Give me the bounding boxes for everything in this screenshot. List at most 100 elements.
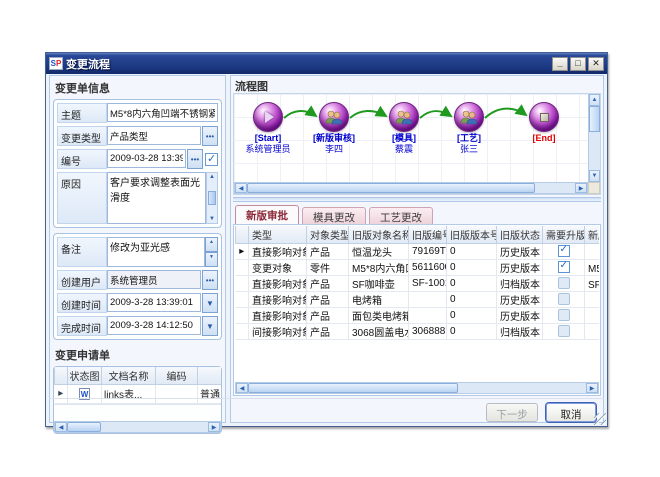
scroll-thumb[interactable]: [589, 106, 600, 132]
cell-old-name: M5*8内六角凹...: [349, 259, 409, 275]
request-column-header[interactable]: 文档名称: [102, 367, 156, 384]
scroll-left-icon[interactable]: ◀: [55, 422, 67, 432]
number-picker-button[interactable]: •••: [187, 149, 203, 169]
scroll-left-icon[interactable]: ◀: [236, 383, 248, 393]
impact-grid-row[interactable]: 直接影响对象产品电烤箱0历史版本: [236, 291, 600, 307]
grid-column-header[interactable]: 旧版版本号: [447, 226, 497, 243]
titlebar[interactable]: SP 变更流程 _ □ ✕: [46, 53, 607, 74]
create-user-input[interactable]: [107, 270, 201, 289]
flow-node-ball[interactable]: [253, 102, 283, 132]
grid-column-header[interactable]: 旧版对象名称: [349, 226, 409, 243]
impact-grid-hscrollbar[interactable]: ◀ ▶: [235, 382, 599, 394]
finish-time-dropdown-button[interactable]: ▼: [202, 316, 218, 336]
request-column-header[interactable]: 编码: [156, 367, 198, 384]
request-column-header[interactable]: [198, 367, 222, 384]
maximize-button[interactable]: □: [570, 57, 586, 71]
flow-node-ball[interactable]: [454, 102, 484, 132]
cancel-button[interactable]: 取消: [546, 403, 596, 422]
grid-column-header[interactable]: 需要升版: [543, 226, 585, 243]
flow-chart-vscrollbar[interactable]: ▲ ▼: [588, 94, 600, 182]
cell-old-version: 0: [447, 291, 497, 307]
remark-textarea[interactable]: 修改为亚光感: [107, 237, 205, 267]
reason-scrollbar[interactable]: ▲▼: [206, 172, 218, 224]
row-selector-cell: [236, 275, 249, 291]
spin-up-icon[interactable]: ▲: [205, 237, 218, 252]
close-button[interactable]: ✕: [588, 57, 604, 71]
flow-chart-hscrollbar[interactable]: ◀ ▶: [234, 182, 588, 194]
scroll-thumb[interactable]: [67, 422, 101, 432]
impact-grid-row[interactable]: 直接影响对象产品面包类电烤箱0历史版本: [236, 307, 600, 323]
request-column-header[interactable]: 状态图: [68, 367, 102, 384]
impact-grid-row[interactable]: 间接影响对象产品3068圆盖电水壶30688870归档版本: [236, 323, 600, 339]
grid-column-header[interactable]: 对象类型: [307, 226, 349, 243]
scroll-thumb[interactable]: [248, 383, 458, 393]
screenshot-page: SP 变更流程 _ □ ✕ 变更单信息 主题 变更类型: [0, 0, 660, 477]
flow-node-ball[interactable]: [319, 102, 349, 132]
row-selector-cell: [236, 323, 249, 339]
subject-input[interactable]: [107, 103, 218, 122]
cell-new-name: M5*8内六角凹端不锈钢紧固螺钉: [585, 259, 600, 275]
upgrade-checkbox[interactable]: [558, 261, 570, 273]
flow-node[interactable]: [End]: [512, 102, 576, 144]
upgrade-checkbox[interactable]: [558, 309, 570, 321]
scroll-right-icon[interactable]: ▶: [208, 422, 220, 432]
impact-grid-row[interactable]: ▸直接影响对象产品恒温龙头79169TC0历史版本: [236, 243, 600, 259]
people-icon: [459, 110, 479, 125]
upgrade-checkbox[interactable]: [558, 325, 570, 337]
upgrade-checkbox[interactable]: [558, 277, 570, 289]
upgrade-checkbox[interactable]: [558, 293, 570, 305]
cell-object-type: 产品: [307, 307, 349, 323]
info-section-title: 变更单信息: [53, 78, 222, 99]
finish-time-input[interactable]: [107, 316, 201, 335]
scroll-right-icon[interactable]: ▶: [586, 383, 598, 393]
create-user-picker-button[interactable]: •••: [202, 270, 218, 290]
upgrade-checkbox[interactable]: [558, 245, 570, 257]
flow-node[interactable]: [模具]蔡震: [372, 102, 436, 154]
next-button[interactable]: 下一步: [486, 403, 538, 422]
resize-grip[interactable]: [594, 413, 606, 425]
create-time-input[interactable]: [107, 293, 201, 312]
change-type-picker-button[interactable]: •••: [202, 126, 218, 146]
create-time-label: 创建时间: [57, 293, 107, 313]
field-change-type: 变更类型 •••: [57, 126, 218, 146]
grid-column-header[interactable]: 新版: [585, 226, 600, 243]
change-type-input[interactable]: [107, 126, 201, 145]
remark-label: 备注: [57, 237, 107, 267]
flow-node[interactable]: [新版审核]李四: [302, 102, 366, 154]
scroll-down-icon[interactable]: ▼: [589, 170, 600, 182]
horizontal-splitter[interactable]: [233, 197, 601, 202]
tab-item[interactable]: 工艺更改: [369, 207, 433, 224]
create-time-dropdown-button[interactable]: ▼: [202, 293, 218, 313]
grid-column-header[interactable]: 类型: [249, 226, 307, 243]
flow-node[interactable]: [Start]系统管理员: [236, 102, 300, 154]
scroll-up-icon[interactable]: ▲: [209, 174, 215, 180]
scroll-thumb[interactable]: [208, 191, 216, 205]
scroll-left-icon[interactable]: ◀: [235, 183, 247, 193]
impact-grid-row[interactable]: 变更对象零件M5*8内六角凹...56116000历史版本M5*8内六角凹端不锈…: [236, 259, 600, 275]
tab-item[interactable]: 新版审批: [235, 205, 299, 224]
flow-node-ball[interactable]: [389, 102, 419, 132]
grid-column-header[interactable]: 旧版编号: [409, 226, 447, 243]
number-input[interactable]: [107, 149, 186, 168]
grid-column-header[interactable]: 旧版状态: [497, 226, 543, 243]
scroll-up-icon[interactable]: ▲: [589, 94, 600, 106]
change-process-window: SP 变更流程 _ □ ✕ 变更单信息 主题 变更类型: [45, 52, 608, 427]
spin-down-icon[interactable]: ▼: [205, 252, 218, 267]
cell-old-status: 历史版本: [497, 243, 543, 259]
minimize-button[interactable]: _: [552, 57, 568, 71]
flow-chart-canvas[interactable]: [Start]系统管理员[新版审核]李四[模具]蔡震[工艺]张三 [End]: [234, 94, 588, 182]
reason-textarea[interactable]: 客户要求调整表面光滑度: [107, 172, 206, 224]
scroll-down-icon[interactable]: ▼: [209, 216, 215, 222]
tab-item[interactable]: 模具更改: [302, 207, 366, 224]
remark-spinner[interactable]: ▲▼: [205, 237, 218, 267]
scroll-right-icon[interactable]: ▶: [575, 183, 587, 193]
flow-node[interactable]: [工艺]张三: [437, 102, 501, 154]
scroll-thumb[interactable]: [247, 183, 535, 193]
field-subject: 主题: [57, 103, 218, 123]
impact-grid-row[interactable]: 直接影响对象产品SF咖啡壶SF-10010归档版本SF咖啡壶: [236, 275, 600, 291]
number-checkbox[interactable]: [205, 153, 218, 166]
cell-old-code: 5611600: [409, 259, 447, 275]
request-section-title: 变更申请单: [53, 345, 222, 366]
cell-old-version: 0: [447, 323, 497, 339]
flow-node-ball[interactable]: [529, 102, 559, 132]
